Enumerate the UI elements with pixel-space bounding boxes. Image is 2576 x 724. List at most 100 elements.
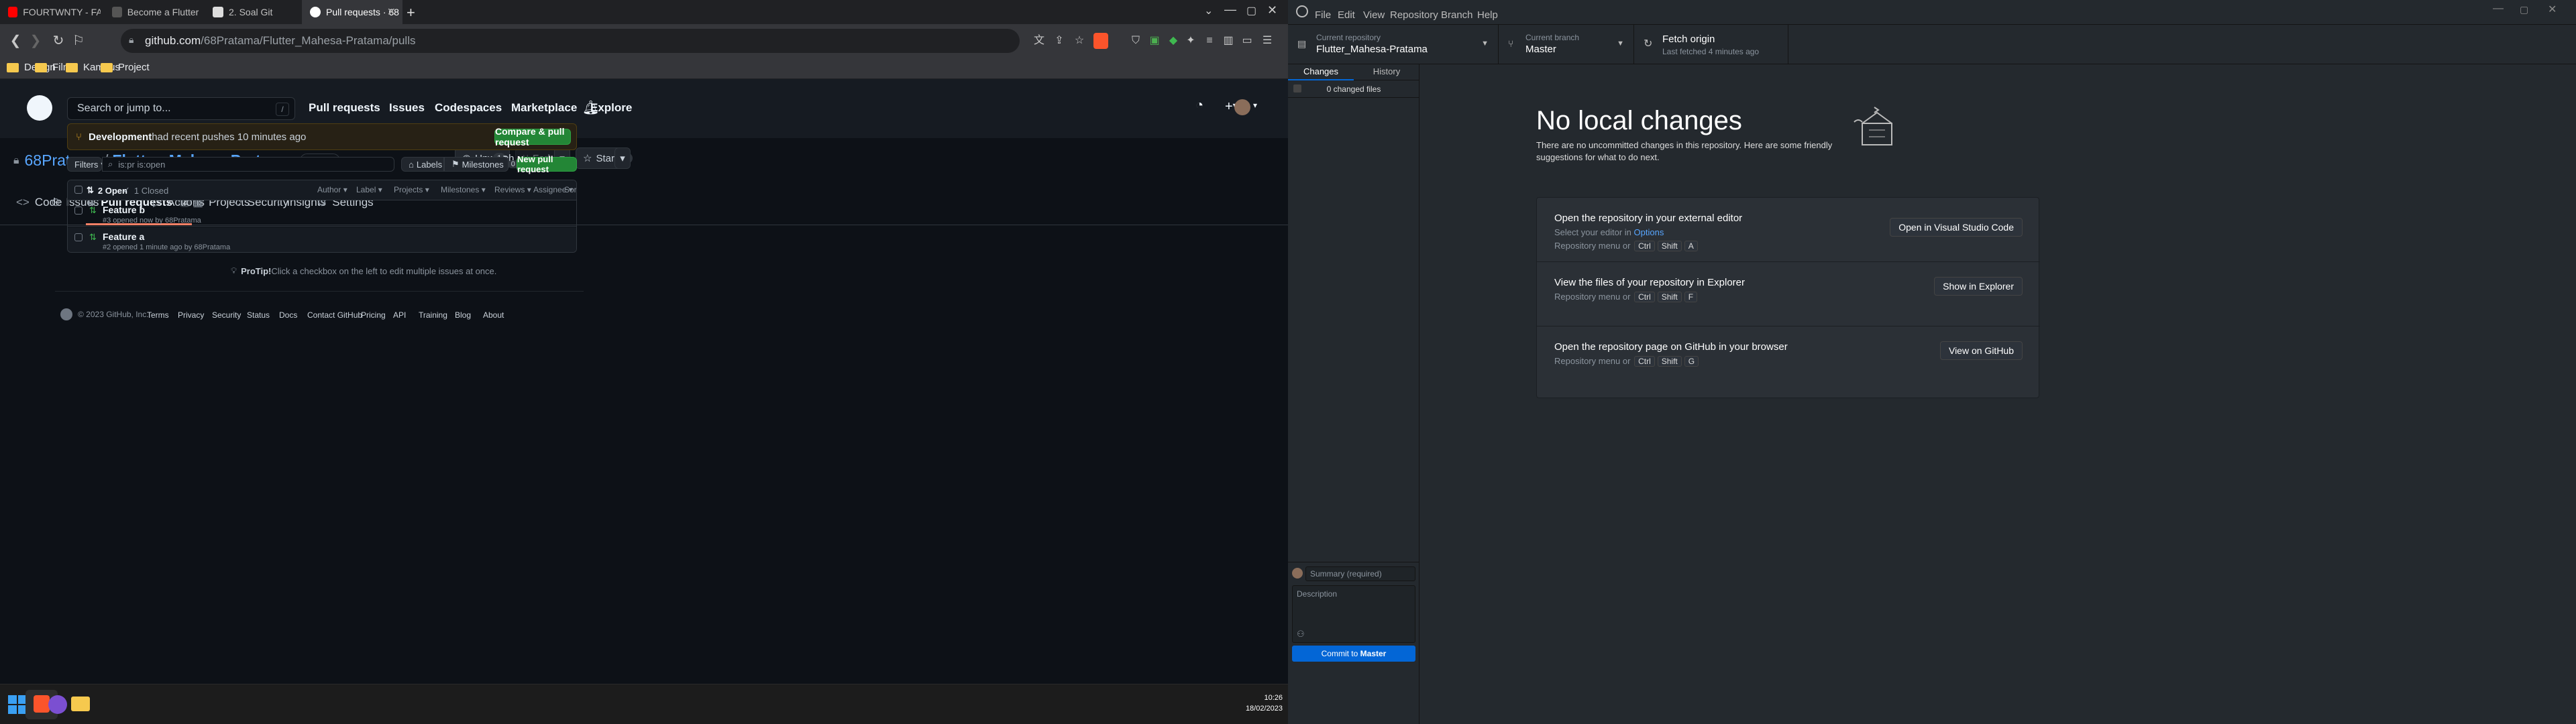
open-in-editor-button[interactable]: Open in Visual Studio Code bbox=[1890, 218, 2023, 237]
sort-projects[interactable]: Projects ▾ bbox=[394, 185, 429, 194]
milestones-button[interactable]: ⚑ Milestones 0 bbox=[444, 157, 519, 172]
footer-link-docs[interactable]: Docs bbox=[279, 310, 297, 320]
close-window-icon[interactable]: ✕ bbox=[1267, 3, 1277, 17]
star-icon[interactable]: ☆ bbox=[1071, 32, 1088, 50]
extension-shield-icon[interactable]: ⛉ bbox=[1127, 32, 1144, 50]
select-all-checkbox[interactable] bbox=[74, 186, 83, 194]
footer-link-terms[interactable]: Terms bbox=[147, 310, 169, 320]
table-row[interactable]: ⇅ Feature b #3 opened now by 68Pratama bbox=[68, 200, 576, 227]
star-dropdown[interactable]: ▾ bbox=[614, 147, 631, 169]
tab-search-icon[interactable]: ⌄ bbox=[1204, 4, 1213, 17]
footer-link-status[interactable]: Status bbox=[247, 310, 270, 320]
compare-button[interactable]: Compare & pull request bbox=[494, 126, 571, 147]
bell-icon[interactable]: 🔔︎ bbox=[582, 99, 599, 116]
back-icon[interactable]: ❮ bbox=[7, 32, 24, 50]
pr-title[interactable]: Feature a bbox=[103, 231, 144, 242]
table-row[interactable]: ⇅ Feature a #2 opened 1 minute ago by 68… bbox=[68, 227, 576, 252]
nav-pull-requests[interactable]: Pull requests bbox=[309, 101, 380, 115]
notifications-icon[interactable]: ◔ bbox=[1195, 98, 1212, 114]
footer-link-api[interactable]: API bbox=[393, 310, 406, 320]
browser-tab-youtube[interactable]: FOURTWNTY - FANA MERAH JAM bbox=[0, 0, 101, 24]
sort-label[interactable]: Label ▾ bbox=[356, 185, 382, 194]
reload-icon[interactable]: ↻ bbox=[50, 32, 67, 50]
browser-tab-github[interactable]: Pull requests · 68Pratama/Flutter... ✕ bbox=[302, 0, 402, 24]
tab-history[interactable]: History bbox=[1354, 64, 1419, 80]
sort-author[interactable]: Author ▾ bbox=[317, 185, 347, 194]
avatar[interactable] bbox=[1234, 99, 1250, 115]
sort-milestones[interactable]: Milestones ▾ bbox=[441, 185, 486, 194]
menu-icon[interactable]: ☰ bbox=[1258, 32, 1276, 50]
commit-button[interactable]: Commit to Master bbox=[1292, 646, 1415, 662]
tab-changes[interactable]: Changes bbox=[1288, 64, 1354, 80]
browser-tab-udemy[interactable]: Become a Flutter Master, From Zero t... bbox=[104, 0, 201, 24]
forward-icon[interactable]: ❯ bbox=[27, 32, 44, 50]
sort-sort[interactable]: Sort bbox=[564, 185, 576, 194]
footer-link-pricing[interactable]: Pricing bbox=[361, 310, 386, 320]
footer-link-blog[interactable]: Blog bbox=[455, 310, 471, 320]
current-repository-button[interactable]: ▤ Current repository Flutter_Mahesa-Prat… bbox=[1288, 25, 1499, 65]
menu-repository[interactable]: Repository bbox=[1390, 9, 1438, 21]
chevron-down-icon[interactable]: ▾ bbox=[1253, 101, 1257, 110]
puzzle-icon[interactable]: ✦ bbox=[1182, 32, 1199, 50]
maximize-icon[interactable]: ▢ bbox=[1246, 4, 1256, 17]
clock-time[interactable]: 10:26 bbox=[1237, 694, 1283, 702]
bookmark-folder[interactable]: Project bbox=[101, 62, 150, 73]
filter-search-input[interactable]: ⌕ is:pr is:open bbox=[102, 157, 394, 172]
nav-marketplace[interactable]: Marketplace bbox=[511, 101, 577, 115]
menu-edit[interactable]: Edit bbox=[1338, 9, 1355, 21]
github-logo-icon[interactable] bbox=[60, 308, 72, 320]
footer-link-security[interactable]: Security bbox=[212, 310, 241, 320]
windows-start-icon[interactable] bbox=[8, 695, 27, 714]
browser-tab-doc[interactable]: 2. Soal Git bbox=[205, 0, 302, 24]
github-logo-icon[interactable] bbox=[27, 95, 52, 121]
brave-shield-icon[interactable] bbox=[1093, 33, 1108, 49]
bookmark-icon[interactable]: ⚐ bbox=[70, 32, 87, 50]
nav-codespaces[interactable]: Codespaces bbox=[435, 101, 502, 115]
sort-reviews[interactable]: Reviews ▾ bbox=[494, 185, 531, 194]
show-in-explorer-button[interactable]: Show in Explorer bbox=[1934, 277, 2023, 296]
search-input[interactable]: Search or jump to... / bbox=[67, 97, 295, 120]
extension-icon[interactable]: ◆ bbox=[1165, 32, 1182, 50]
open-filter[interactable]: ⇅ 2 Open bbox=[87, 185, 127, 196]
row-checkbox[interactable] bbox=[74, 206, 83, 215]
menu-help[interactable]: Help bbox=[1477, 9, 1498, 21]
minimize-icon[interactable]: — bbox=[1224, 3, 1236, 17]
translate-icon[interactable]: 文 bbox=[1030, 32, 1048, 50]
close-tab-icon[interactable]: ✕ bbox=[387, 5, 396, 19]
nav-issues[interactable]: Issues bbox=[389, 101, 425, 115]
options-link[interactable]: Options bbox=[1634, 227, 1664, 237]
menu-view[interactable]: View bbox=[1363, 9, 1385, 21]
description-input[interactable]: Description ⚇ bbox=[1292, 585, 1415, 643]
closed-filter[interactable]: ✓ 1 Closed bbox=[123, 185, 168, 196]
new-tab-icon[interactable]: + bbox=[407, 4, 415, 21]
file-explorer-icon[interactable] bbox=[71, 697, 90, 711]
clock-date[interactable]: 18/02/2023 bbox=[1237, 705, 1283, 713]
wallet-icon[interactable]: ▭ bbox=[1238, 32, 1256, 50]
url-input[interactable]: 🔒︎ github.com/68Pratama/Flutter_Mahesa-P… bbox=[121, 29, 1020, 53]
pr-title[interactable]: Feature b bbox=[103, 204, 145, 215]
add-coauthor-icon[interactable]: ⚇ bbox=[1297, 629, 1305, 640]
row-checkbox[interactable] bbox=[74, 233, 83, 241]
summary-input[interactable]: Summary (required) bbox=[1305, 566, 1415, 581]
sidebar-icon[interactable]: ▥ bbox=[1220, 32, 1237, 50]
view-on-github-button[interactable]: View on GitHub bbox=[1939, 341, 2023, 360]
filters-button[interactable]: Filters▾ bbox=[67, 157, 104, 172]
current-branch-button[interactable]: ⑂ Current branch Master ▼ bbox=[1499, 25, 1634, 65]
minimize-icon[interactable]: — bbox=[2493, 3, 2504, 15]
footer-link-training[interactable]: Training bbox=[419, 310, 447, 320]
new-pull-request-button[interactable]: New pull request bbox=[517, 154, 577, 174]
maximize-icon[interactable]: ▢ bbox=[2520, 4, 2528, 15]
close-window-icon[interactable]: ✕ bbox=[2548, 3, 2557, 16]
extension-icon[interactable]: ▣ bbox=[1146, 32, 1163, 50]
labels-button[interactable]: ⌂Labels9 bbox=[401, 157, 458, 172]
footer-link-about[interactable]: About bbox=[483, 310, 504, 320]
footer-link-contact[interactable]: Contact GitHub bbox=[307, 310, 362, 320]
share-icon[interactable]: ⇪ bbox=[1051, 32, 1068, 50]
menu-branch[interactable]: Branch bbox=[1441, 9, 1473, 21]
fetch-origin-button[interactable]: ↻ Fetch origin Last fetched 4 minutes ag… bbox=[1634, 25, 1788, 65]
playlist-icon[interactable]: ≡ bbox=[1201, 32, 1218, 50]
footer-link-privacy[interactable]: Privacy bbox=[178, 310, 204, 320]
banner-branch[interactable]: Development bbox=[89, 131, 152, 143]
github-desktop-icon[interactable] bbox=[48, 695, 67, 714]
menu-file[interactable]: File bbox=[1315, 9, 1331, 21]
